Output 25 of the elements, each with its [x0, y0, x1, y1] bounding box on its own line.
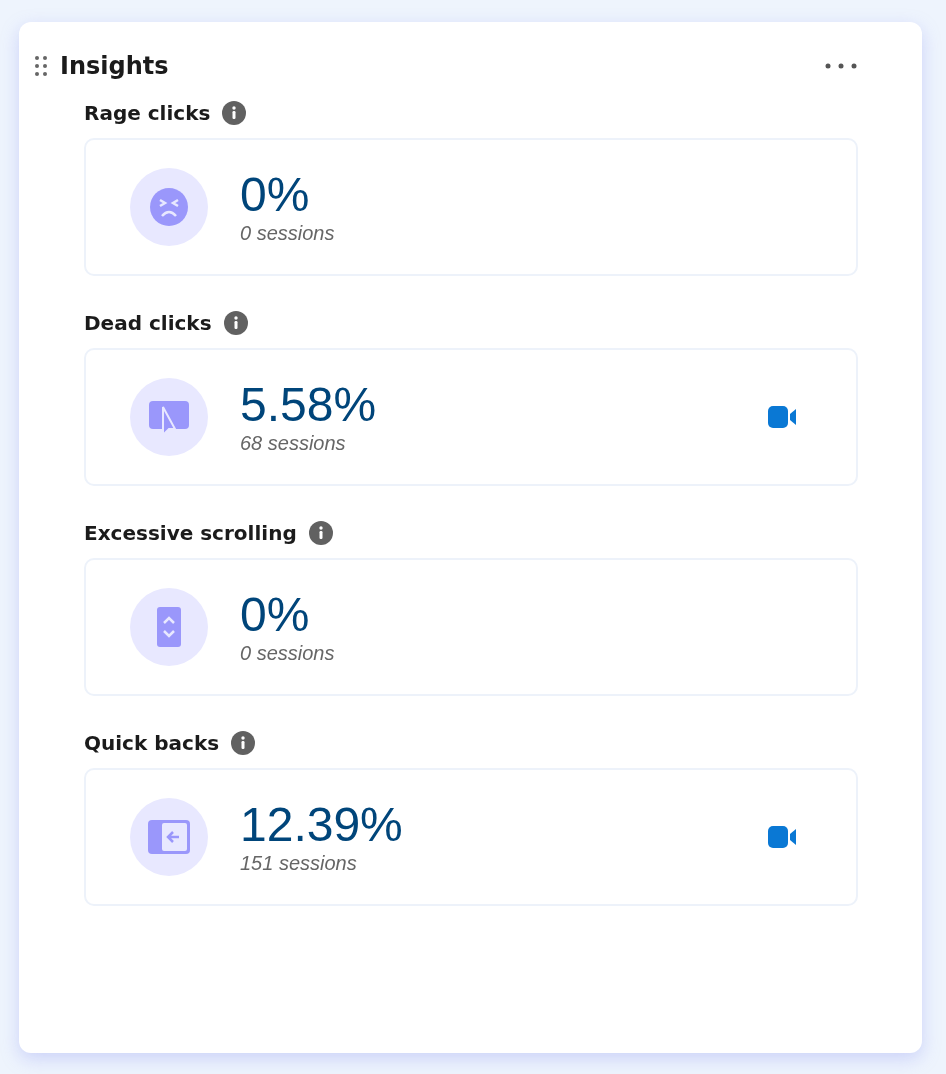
angry-face-icon	[149, 187, 189, 227]
session-count: 151 sessions	[240, 851, 358, 875]
info-icon[interactable]	[308, 521, 333, 545]
metric-value: 5.58%	[240, 379, 378, 432]
back-arrow-panel-icon	[148, 820, 190, 854]
metric-label: Excessive scrolling	[84, 521, 297, 545]
metric-label: Rage clicks	[84, 101, 211, 125]
info-icon[interactable]	[231, 731, 256, 755]
video-camera-icon[interactable]	[768, 826, 796, 848]
more-icon[interactable]	[824, 62, 858, 70]
metric-value: 0%	[240, 589, 311, 642]
session-count: 0 sessions	[240, 641, 336, 665]
cursor-on-screen-icon	[149, 399, 189, 435]
info-icon[interactable]	[223, 311, 248, 335]
info-icon[interactable]	[222, 101, 247, 125]
metric-value: 0%	[240, 169, 311, 222]
scroll-icon	[157, 607, 181, 647]
session-count: 0 sessions	[240, 221, 336, 245]
card-title: Insights	[60, 52, 170, 80]
video-camera-icon[interactable]	[768, 406, 796, 428]
session-count: 68 sessions	[240, 431, 347, 455]
drag-handle-icon[interactable]	[34, 55, 48, 77]
metric-value: 12.39%	[240, 799, 404, 852]
metric-label: Quick backs	[84, 731, 220, 755]
metric-label: Dead clicks	[84, 311, 212, 335]
